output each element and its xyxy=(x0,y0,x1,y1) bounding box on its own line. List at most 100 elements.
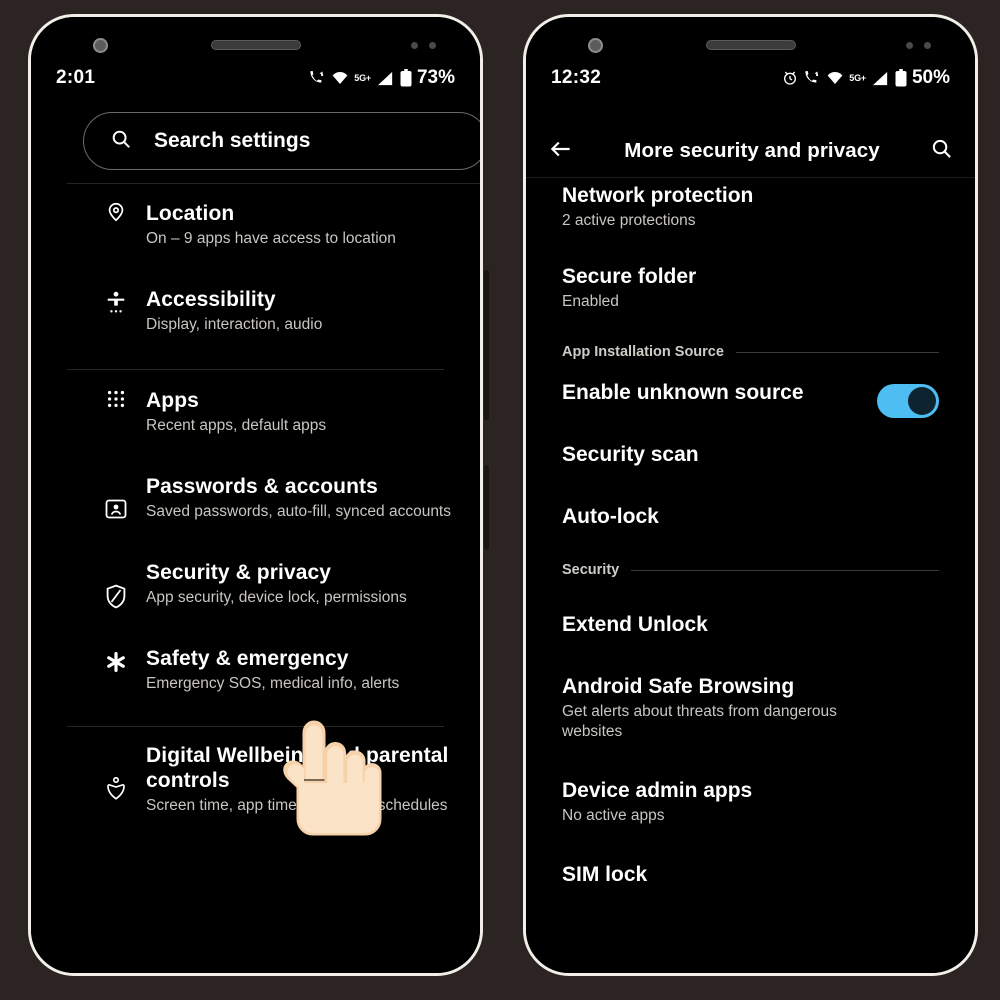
list-item-extend-unlock[interactable]: Extend Unlock xyxy=(562,588,939,648)
row-subtitle: Saved passwords, auto-fill, synced accou… xyxy=(146,503,451,520)
list-item-network-protection[interactable]: Network protection 2 active protections xyxy=(562,179,939,241)
row-title: Digital Wellbeing and parental controls xyxy=(146,744,449,792)
item-title: Enable unknown source xyxy=(562,381,804,404)
row-title: Passwords & accounts xyxy=(146,475,378,498)
row-subtitle: App security, device lock, permissions xyxy=(146,589,407,606)
list-item-secure-folder[interactable]: Secure folder Enabled xyxy=(562,241,939,322)
settings-row-location[interactable]: Location On – 9 apps have access to loca… xyxy=(31,201,480,253)
search-input[interactable]: Search settings xyxy=(83,112,480,170)
status-icons: 5G+ 73% xyxy=(309,67,455,89)
phone-top-hardware xyxy=(31,35,480,57)
cell-signal-icon xyxy=(377,71,394,86)
section-divider xyxy=(735,351,939,353)
settings-row-digital-wellbeing[interactable]: Digital Wellbeing and parental controls … xyxy=(31,743,480,816)
apps-grid-icon xyxy=(101,388,131,410)
toggle-knob xyxy=(908,387,936,415)
list-item-sim-lock[interactable]: SIM lock xyxy=(562,836,939,898)
section-label: App Installation Source xyxy=(562,344,724,360)
search-icon xyxy=(110,128,132,155)
list-item-enable-unknown-source[interactable]: Enable unknown source xyxy=(562,370,939,428)
wellbeing-heart-icon xyxy=(101,777,131,803)
battery-icon xyxy=(400,69,412,87)
item-subtitle: No active apps xyxy=(562,807,665,824)
network-5g-label: 5G+ xyxy=(354,73,371,83)
settings-row-accessibility[interactable]: Accessibility Display, interaction, audi… xyxy=(31,287,480,339)
asterisk-emergency-icon xyxy=(101,650,131,674)
list-item-android-safe-browsing[interactable]: Android Safe Browsing Get alerts about t… xyxy=(562,648,939,752)
row-subtitle: Display, interaction, audio xyxy=(146,316,323,333)
page-title: More security and privacy xyxy=(624,139,880,162)
row-subtitle: On – 9 apps have access to location xyxy=(146,230,396,247)
row-subtitle: Recent apps, default apps xyxy=(146,417,327,434)
section-header-app-installation-source: App Installation Source xyxy=(562,344,939,360)
sensor-dot-icon xyxy=(906,42,913,49)
front-camera-icon xyxy=(93,38,108,53)
row-subtitle: Emergency SOS, medical info, alerts xyxy=(146,675,400,692)
wifi-icon xyxy=(827,70,843,86)
item-title: Security scan xyxy=(562,443,699,466)
status-time: 2:01 xyxy=(56,67,96,88)
back-arrow-icon[interactable] xyxy=(548,136,574,167)
screen-left: 2:01 5G+ 73% Search settings Location On… xyxy=(31,17,480,973)
network-5g-label: 5G+ xyxy=(849,73,866,83)
phone-signal-icon xyxy=(804,70,821,87)
item-title: Secure folder xyxy=(562,265,697,288)
settings-list: Location On – 9 apps have access to loca… xyxy=(31,193,480,816)
power-button[interactable] xyxy=(484,465,489,550)
settings-row-security-privacy[interactable]: Security & privacy App security, device … xyxy=(31,560,480,612)
sensor-dot-icon xyxy=(429,42,436,49)
item-subtitle: 2 active protections xyxy=(562,212,696,229)
item-title: Auto-lock xyxy=(562,505,659,528)
phone-right: 12:32 5G+ 50% More security and privacy … xyxy=(523,14,978,976)
row-title: Accessibility xyxy=(146,288,276,311)
status-bar-left: 2:01 5G+ 73% xyxy=(31,63,480,93)
phone-top-hardware xyxy=(526,35,975,57)
enable-unknown-source-toggle[interactable] xyxy=(877,384,939,418)
status-bar-right: 12:32 5G+ 50% xyxy=(526,63,975,93)
volume-button[interactable] xyxy=(484,270,489,420)
battery-icon xyxy=(895,69,907,87)
divider xyxy=(67,183,480,184)
item-subtitle: Get alerts about threats from dangerous … xyxy=(562,703,837,740)
phone-left: 2:01 5G+ 73% Search settings Location On… xyxy=(28,14,483,976)
location-pin-icon xyxy=(101,201,131,223)
divider xyxy=(67,726,444,727)
sensor-dot-icon xyxy=(924,42,931,49)
list-item-device-admin-apps[interactable]: Device admin apps No active apps xyxy=(562,752,939,836)
settings-row-apps[interactable]: Apps Recent apps, default apps xyxy=(31,388,480,440)
item-title: Network protection xyxy=(562,184,754,207)
item-title: Device admin apps xyxy=(562,779,753,802)
search-icon[interactable] xyxy=(930,137,953,165)
list-item-auto-lock[interactable]: Auto-lock xyxy=(562,478,939,540)
row-subtitle: Screen time, app timers, bedtime schedul… xyxy=(146,797,448,814)
screenshot-stage: 2:01 5G+ 73% Search settings Location On… xyxy=(0,0,1000,1000)
list-item-security-scan[interactable]: Security scan xyxy=(562,428,939,478)
section-header-security: Security xyxy=(562,562,939,578)
shield-icon xyxy=(101,584,131,609)
password-badge-icon xyxy=(101,498,131,520)
divider xyxy=(526,177,975,178)
sensor-dot-icon xyxy=(411,42,418,49)
cell-signal-icon xyxy=(872,71,889,86)
front-camera-icon xyxy=(588,38,603,53)
item-title: Extend Unlock xyxy=(562,613,708,636)
item-title: Android Safe Browsing xyxy=(562,675,795,698)
wifi-icon xyxy=(332,70,348,86)
row-title: Location xyxy=(146,202,235,225)
item-subtitle: Enabled xyxy=(562,293,619,310)
earpiece-speaker xyxy=(210,40,301,50)
settings-row-passwords-accounts[interactable]: Passwords & accounts Saved passwords, au… xyxy=(31,474,480,526)
row-title: Safety & emergency xyxy=(146,647,349,670)
section-label: Security xyxy=(562,562,620,578)
section-divider xyxy=(631,569,939,571)
battery-percent: 73% xyxy=(416,67,455,88)
row-title: Security & privacy xyxy=(146,561,332,584)
row-title: Apps xyxy=(146,389,199,412)
app-bar: More security and privacy xyxy=(526,127,975,175)
search-placeholder: Search settings xyxy=(154,129,311,152)
phone-signal-icon xyxy=(309,70,326,87)
earpiece-speaker xyxy=(705,40,796,50)
accessibility-person-icon xyxy=(101,291,131,317)
battery-percent: 50% xyxy=(911,67,950,88)
settings-row-safety-emergency[interactable]: Safety & emergency Emergency SOS, medica… xyxy=(31,646,480,698)
